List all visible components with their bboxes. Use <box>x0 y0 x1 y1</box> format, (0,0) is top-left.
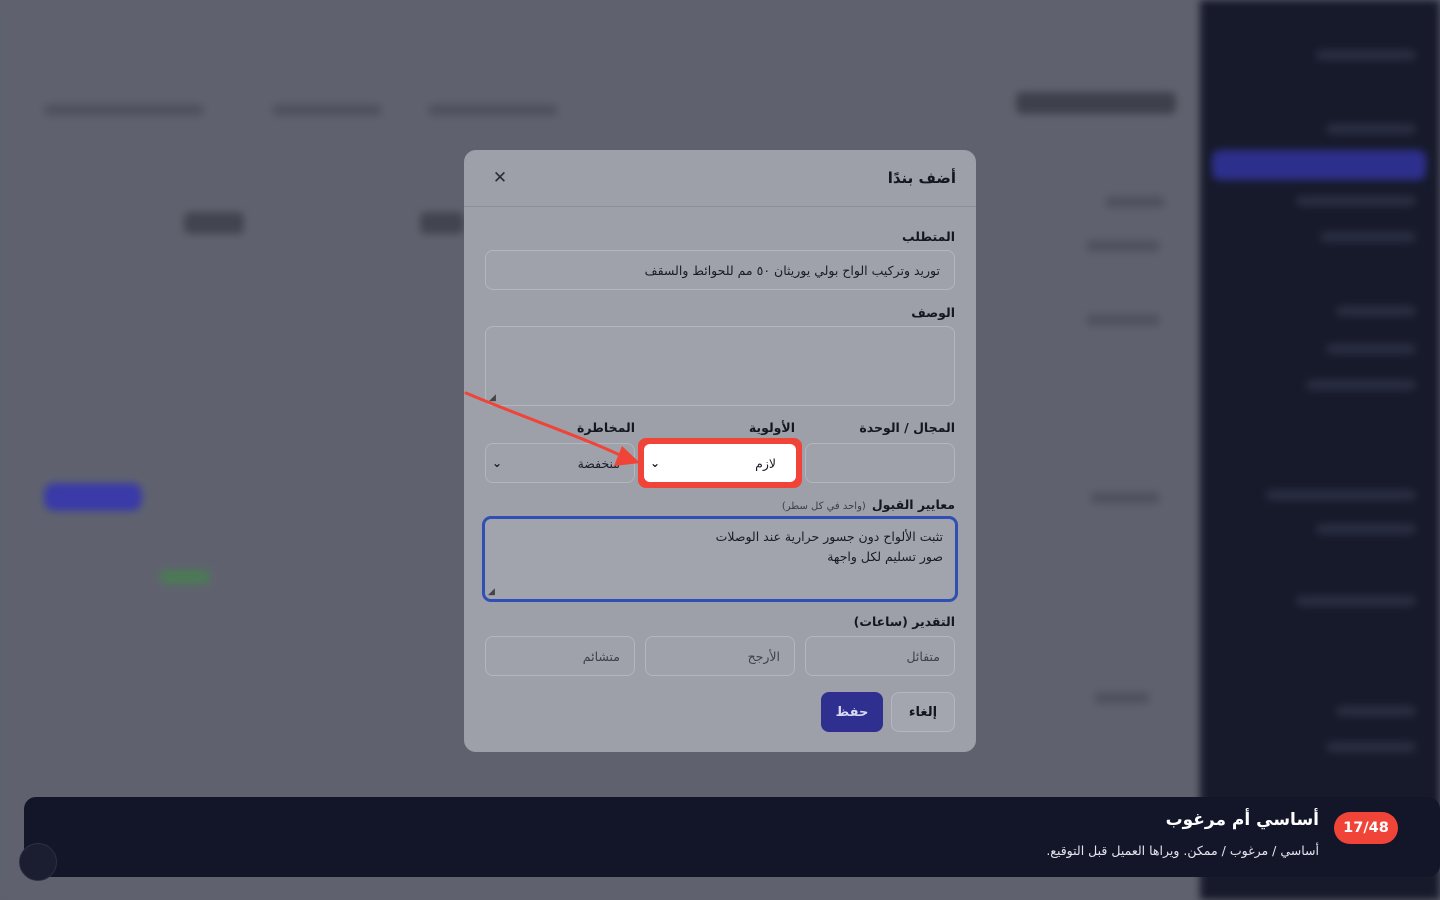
requirement-input[interactable]: توريد وتركيب الواح بولي يوريثان ٥٠ مم لل… <box>485 250 955 290</box>
background-sidebar-active <box>1212 150 1426 180</box>
priority-select-highlight: لازم ⌄ <box>638 438 802 488</box>
background-sidebar-item <box>1336 706 1416 716</box>
criteria-label: معايير القبول <box>871 497 955 512</box>
background-page-title <box>1016 92 1176 114</box>
requirement-label: المتطلب <box>902 229 955 244</box>
background-sidebar <box>1200 0 1440 900</box>
modal-header: أضف بندًا ✕ <box>464 150 976 207</box>
tour-bar: 17/48 أساسي أم مرغوب أساسي / مرغوب / ممك… <box>24 797 1440 877</box>
background-sidebar-item <box>1320 232 1416 242</box>
cancel-button[interactable]: إلغاء <box>891 692 955 732</box>
background-stat <box>184 212 244 234</box>
optimistic-input[interactable]: متفائل <box>805 636 955 676</box>
risk-select[interactable]: منخفضة ⌄ <box>485 443 635 483</box>
requirement-value: توريد وتركيب الواح بولي يوريثان ٥٠ مم لل… <box>644 262 940 278</box>
description-textarea[interactable]: ◢ <box>485 326 955 406</box>
background-card-text <box>1086 240 1160 252</box>
area-input[interactable] <box>805 443 955 483</box>
pessimistic-input[interactable]: متشائم <box>485 636 635 676</box>
help-button[interactable] <box>19 843 57 881</box>
tour-title: أساسي أم مرغوب <box>1165 810 1319 830</box>
criteria-line: صور تسليم لكل واجهة <box>827 549 943 564</box>
chevron-down-icon: ⌄ <box>492 456 503 470</box>
background-card-text <box>1090 492 1160 504</box>
background-primary-pill <box>44 483 142 511</box>
background-sidebar-item <box>1336 306 1416 316</box>
chevron-down-icon: ⌄ <box>650 456 661 470</box>
risk-value: منخفضة <box>577 455 620 471</box>
background-sidebar-item <box>1326 742 1416 752</box>
background-toolbar-item <box>44 104 204 116</box>
save-button[interactable]: حفظ <box>821 692 883 732</box>
background-sidebar-item <box>1316 524 1416 534</box>
background-toolbar-item <box>428 104 558 116</box>
criteria-hint: (واحد في كل سطر) <box>781 501 866 512</box>
background-sidebar-item <box>1326 124 1416 134</box>
tour-text: أساسي / مرغوب / ممكن. ويراها العميل قبل … <box>1046 843 1319 858</box>
background-card-text <box>1086 314 1160 326</box>
background-sidebar-item <box>1296 196 1416 206</box>
area-column: المجال / الوحدة <box>805 420 955 483</box>
background-toolbar-item <box>272 104 382 116</box>
tour-step-badge: 17/48 <box>1334 812 1398 844</box>
close-icon[interactable]: ✕ <box>490 168 510 188</box>
background-sidebar-item <box>1296 596 1416 606</box>
background-status-pill <box>160 570 210 584</box>
likely-input[interactable]: الأرجح <box>645 636 795 676</box>
risk-label: المخاطرة <box>577 420 635 435</box>
area-label: المجال / الوحدة <box>859 420 955 435</box>
modal-actions: حفظ إلغاء <box>485 692 955 732</box>
criteria-line: تثبت الألواح دون جسور حرارية عند الوصلات <box>715 529 943 544</box>
criteria-label-row: معايير القبول (واحد في كل سطر) <box>485 497 955 512</box>
priority-select[interactable]: لازم ⌄ <box>644 444 796 482</box>
risk-column: المخاطرة منخفضة ⌄ <box>485 420 635 483</box>
background-sidebar-item <box>1306 380 1416 390</box>
background-card-text <box>1105 196 1165 208</box>
criteria-textarea[interactable]: تثبت الألواح دون جسور حرارية عند الوصلات… <box>482 516 958 602</box>
resize-grip-icon[interactable]: ◢ <box>488 588 495 597</box>
background-sidebar-item <box>1266 490 1416 500</box>
background-sidebar-item <box>1316 50 1416 60</box>
background-stat <box>420 212 464 234</box>
background-sidebar-item <box>1326 344 1416 354</box>
background-card-text <box>1094 692 1150 704</box>
description-label: الوصف <box>911 305 955 320</box>
estimate-label: التقدير (ساعات) <box>853 614 955 629</box>
priority-value: لازم <box>755 455 776 471</box>
modal-title: أضف بندًا <box>887 169 956 187</box>
priority-label: الأولوية <box>748 420 795 435</box>
estimate-row: متفائل الأرجح متشائم <box>485 636 955 676</box>
resize-grip-icon[interactable]: ◢ <box>489 394 496 403</box>
